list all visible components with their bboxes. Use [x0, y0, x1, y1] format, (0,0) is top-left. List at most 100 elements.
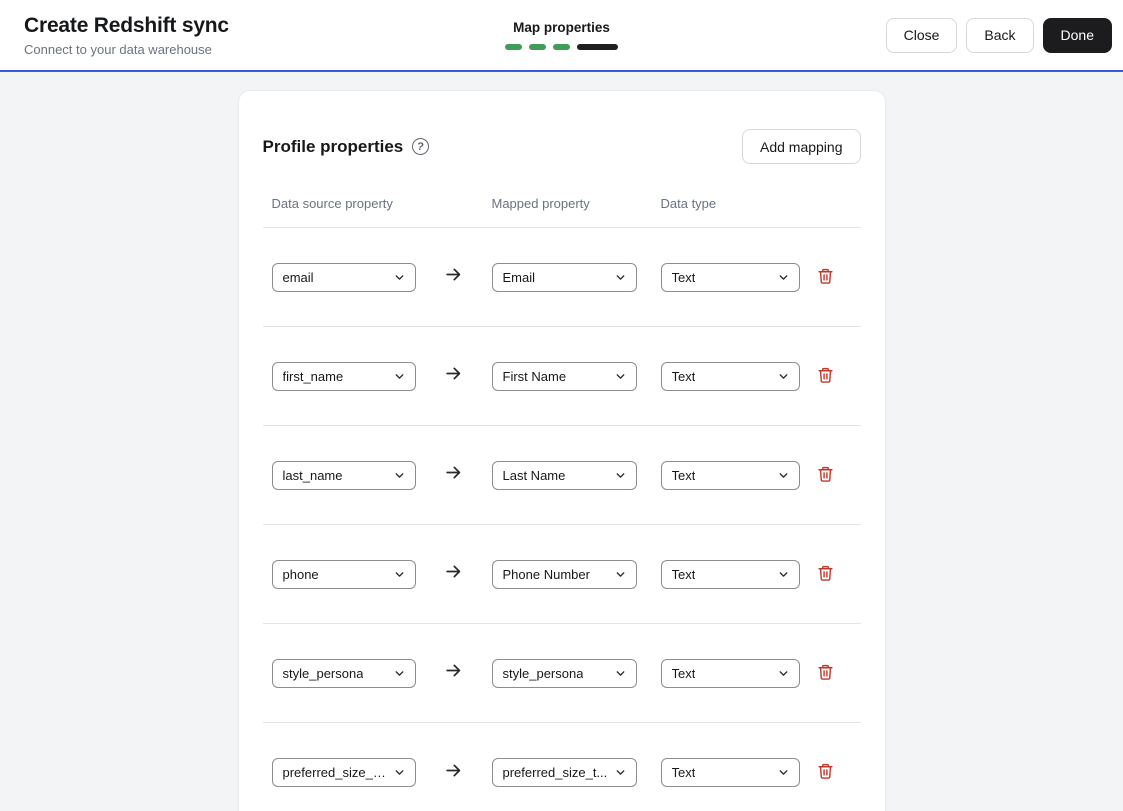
delete-mapping-button[interactable] [815, 562, 836, 587]
trash-icon [817, 267, 834, 288]
arrow-right-icon [444, 661, 463, 685]
wizard-title-block: Create Redshift sync Connect to your dat… [0, 13, 505, 56]
dropdown-value: Text [671, 269, 696, 285]
mapped-property-dropdown[interactable]: Last Name [491, 460, 637, 490]
add-mapping-button[interactable]: Add mapping [741, 129, 861, 164]
mapping-row: email Email Text [262, 228, 861, 327]
arrow-right-icon [444, 265, 463, 289]
question-mark-circle-icon[interactable]: ? [411, 136, 431, 157]
mapping-table-header: Data source property Mapped property Dat… [262, 196, 861, 228]
chevron-down-icon [614, 271, 627, 284]
trash-icon [817, 564, 834, 585]
source-property-dropdown[interactable]: preferred_size_t... [271, 758, 416, 787]
column-header-mapped: Mapped property [491, 196, 590, 211]
dropdown-value: Text [671, 665, 696, 681]
wizard-actions: Close Back Done [618, 17, 1123, 53]
data-type-dropdown[interactable]: Text [660, 262, 800, 292]
step-pill-done [529, 44, 546, 50]
chevron-down-icon [777, 766, 790, 779]
chevron-down-icon [777, 667, 790, 680]
mapped-property-dropdown[interactable]: style_persona [491, 658, 637, 688]
step-pill-done [505, 44, 522, 50]
dropdown-value: style_persona [282, 665, 364, 681]
data-type-dropdown[interactable]: Text [660, 361, 800, 391]
data-type-dropdown[interactable]: Text [660, 559, 800, 589]
dropdown-value: preferred_size_t... [282, 765, 387, 780]
mapping-row: last_name Last Name Text [262, 426, 861, 525]
mapping-row: style_persona style_persona Text [262, 624, 861, 723]
profile-properties-card: Profile properties ? Add mapping Data so… [237, 90, 886, 811]
source-property-dropdown[interactable]: phone [271, 559, 416, 589]
mapping-row: first_name First Name Text [262, 327, 861, 426]
mapped-property-dropdown[interactable]: Email [491, 262, 637, 292]
dropdown-value: phone [282, 566, 319, 582]
page-title: Create Redshift sync [24, 14, 229, 38]
trash-icon [817, 366, 834, 387]
chevron-down-icon [777, 370, 790, 383]
source-property-dropdown[interactable]: first_name [271, 361, 416, 391]
delete-mapping-button[interactable] [815, 463, 836, 488]
chevron-down-icon [393, 667, 406, 680]
dropdown-value: Phone Number [502, 566, 590, 582]
chevron-down-icon [614, 370, 627, 383]
step-progress [505, 44, 618, 50]
chevron-down-icon [777, 271, 790, 284]
data-type-dropdown[interactable]: Text [660, 460, 800, 490]
mapped-property-dropdown[interactable]: preferred_size_t... [491, 758, 637, 787]
chevron-down-icon [614, 568, 627, 581]
dropdown-value: Text [671, 368, 696, 384]
data-type-dropdown[interactable]: Text [660, 658, 800, 688]
data-type-dropdown[interactable]: Text [660, 758, 800, 787]
dropdown-value: preferred_size_t... [502, 765, 608, 780]
wizard-stepper: Map properties [505, 20, 618, 50]
delete-mapping-button[interactable] [815, 760, 836, 785]
current-step-label: Map properties [513, 20, 610, 35]
page-subtitle: Connect to your data warehouse [24, 41, 212, 57]
arrow-right-icon [444, 562, 463, 586]
mapping-rows: email Email Text first_name First Name T… [262, 228, 861, 811]
trash-icon [817, 663, 834, 684]
panel-header: Profile properties ? Add mapping [263, 129, 861, 164]
chevron-down-icon [393, 766, 406, 779]
chevron-down-icon [777, 568, 790, 581]
delete-mapping-button[interactable] [815, 661, 836, 686]
arrow-right-icon [444, 463, 463, 487]
chevron-down-icon [393, 370, 406, 383]
dropdown-value: Text [671, 765, 696, 780]
trash-icon [817, 762, 834, 783]
arrow-right-icon [444, 761, 463, 785]
dropdown-value: Last Name [502, 467, 566, 483]
mapping-row: phone Phone Number Text [262, 525, 861, 624]
step-pill-current [577, 44, 618, 50]
back-button[interactable]: Back [966, 17, 1034, 53]
source-property-dropdown[interactable]: last_name [271, 460, 416, 490]
dropdown-value: Email [502, 269, 536, 285]
close-button[interactable]: Close [885, 17, 958, 53]
chevron-down-icon [614, 469, 627, 482]
arrow-right-icon [444, 364, 463, 388]
chevron-down-icon [777, 469, 790, 482]
chevron-down-icon [614, 766, 627, 779]
mapping-table: Data source property Mapped property Dat… [262, 196, 861, 811]
chevron-down-icon [393, 469, 406, 482]
source-property-dropdown[interactable]: email [271, 262, 416, 292]
wizard-header: Create Redshift sync Connect to your dat… [0, 0, 1123, 72]
dropdown-value: Text [671, 566, 696, 582]
chevron-down-icon [393, 271, 406, 284]
done-button[interactable]: Done [1042, 17, 1112, 53]
dropdown-value: last_name [282, 467, 343, 483]
dropdown-value: style_persona [502, 665, 584, 681]
dropdown-value: email [282, 269, 314, 285]
column-header-type: Data type [660, 196, 717, 211]
chevron-down-icon [614, 667, 627, 680]
step-pill-done [553, 44, 570, 50]
mapped-property-dropdown[interactable]: First Name [491, 361, 637, 391]
source-property-dropdown[interactable]: style_persona [271, 658, 416, 688]
main-content: Profile properties ? Add mapping Data so… [0, 72, 1123, 811]
delete-mapping-button[interactable] [815, 364, 836, 389]
dropdown-value: Text [671, 467, 696, 483]
mapped-property-dropdown[interactable]: Phone Number [491, 559, 637, 589]
delete-mapping-button[interactable] [815, 265, 836, 290]
dropdown-value: first_name [282, 368, 344, 384]
dropdown-value: First Name [502, 368, 567, 384]
